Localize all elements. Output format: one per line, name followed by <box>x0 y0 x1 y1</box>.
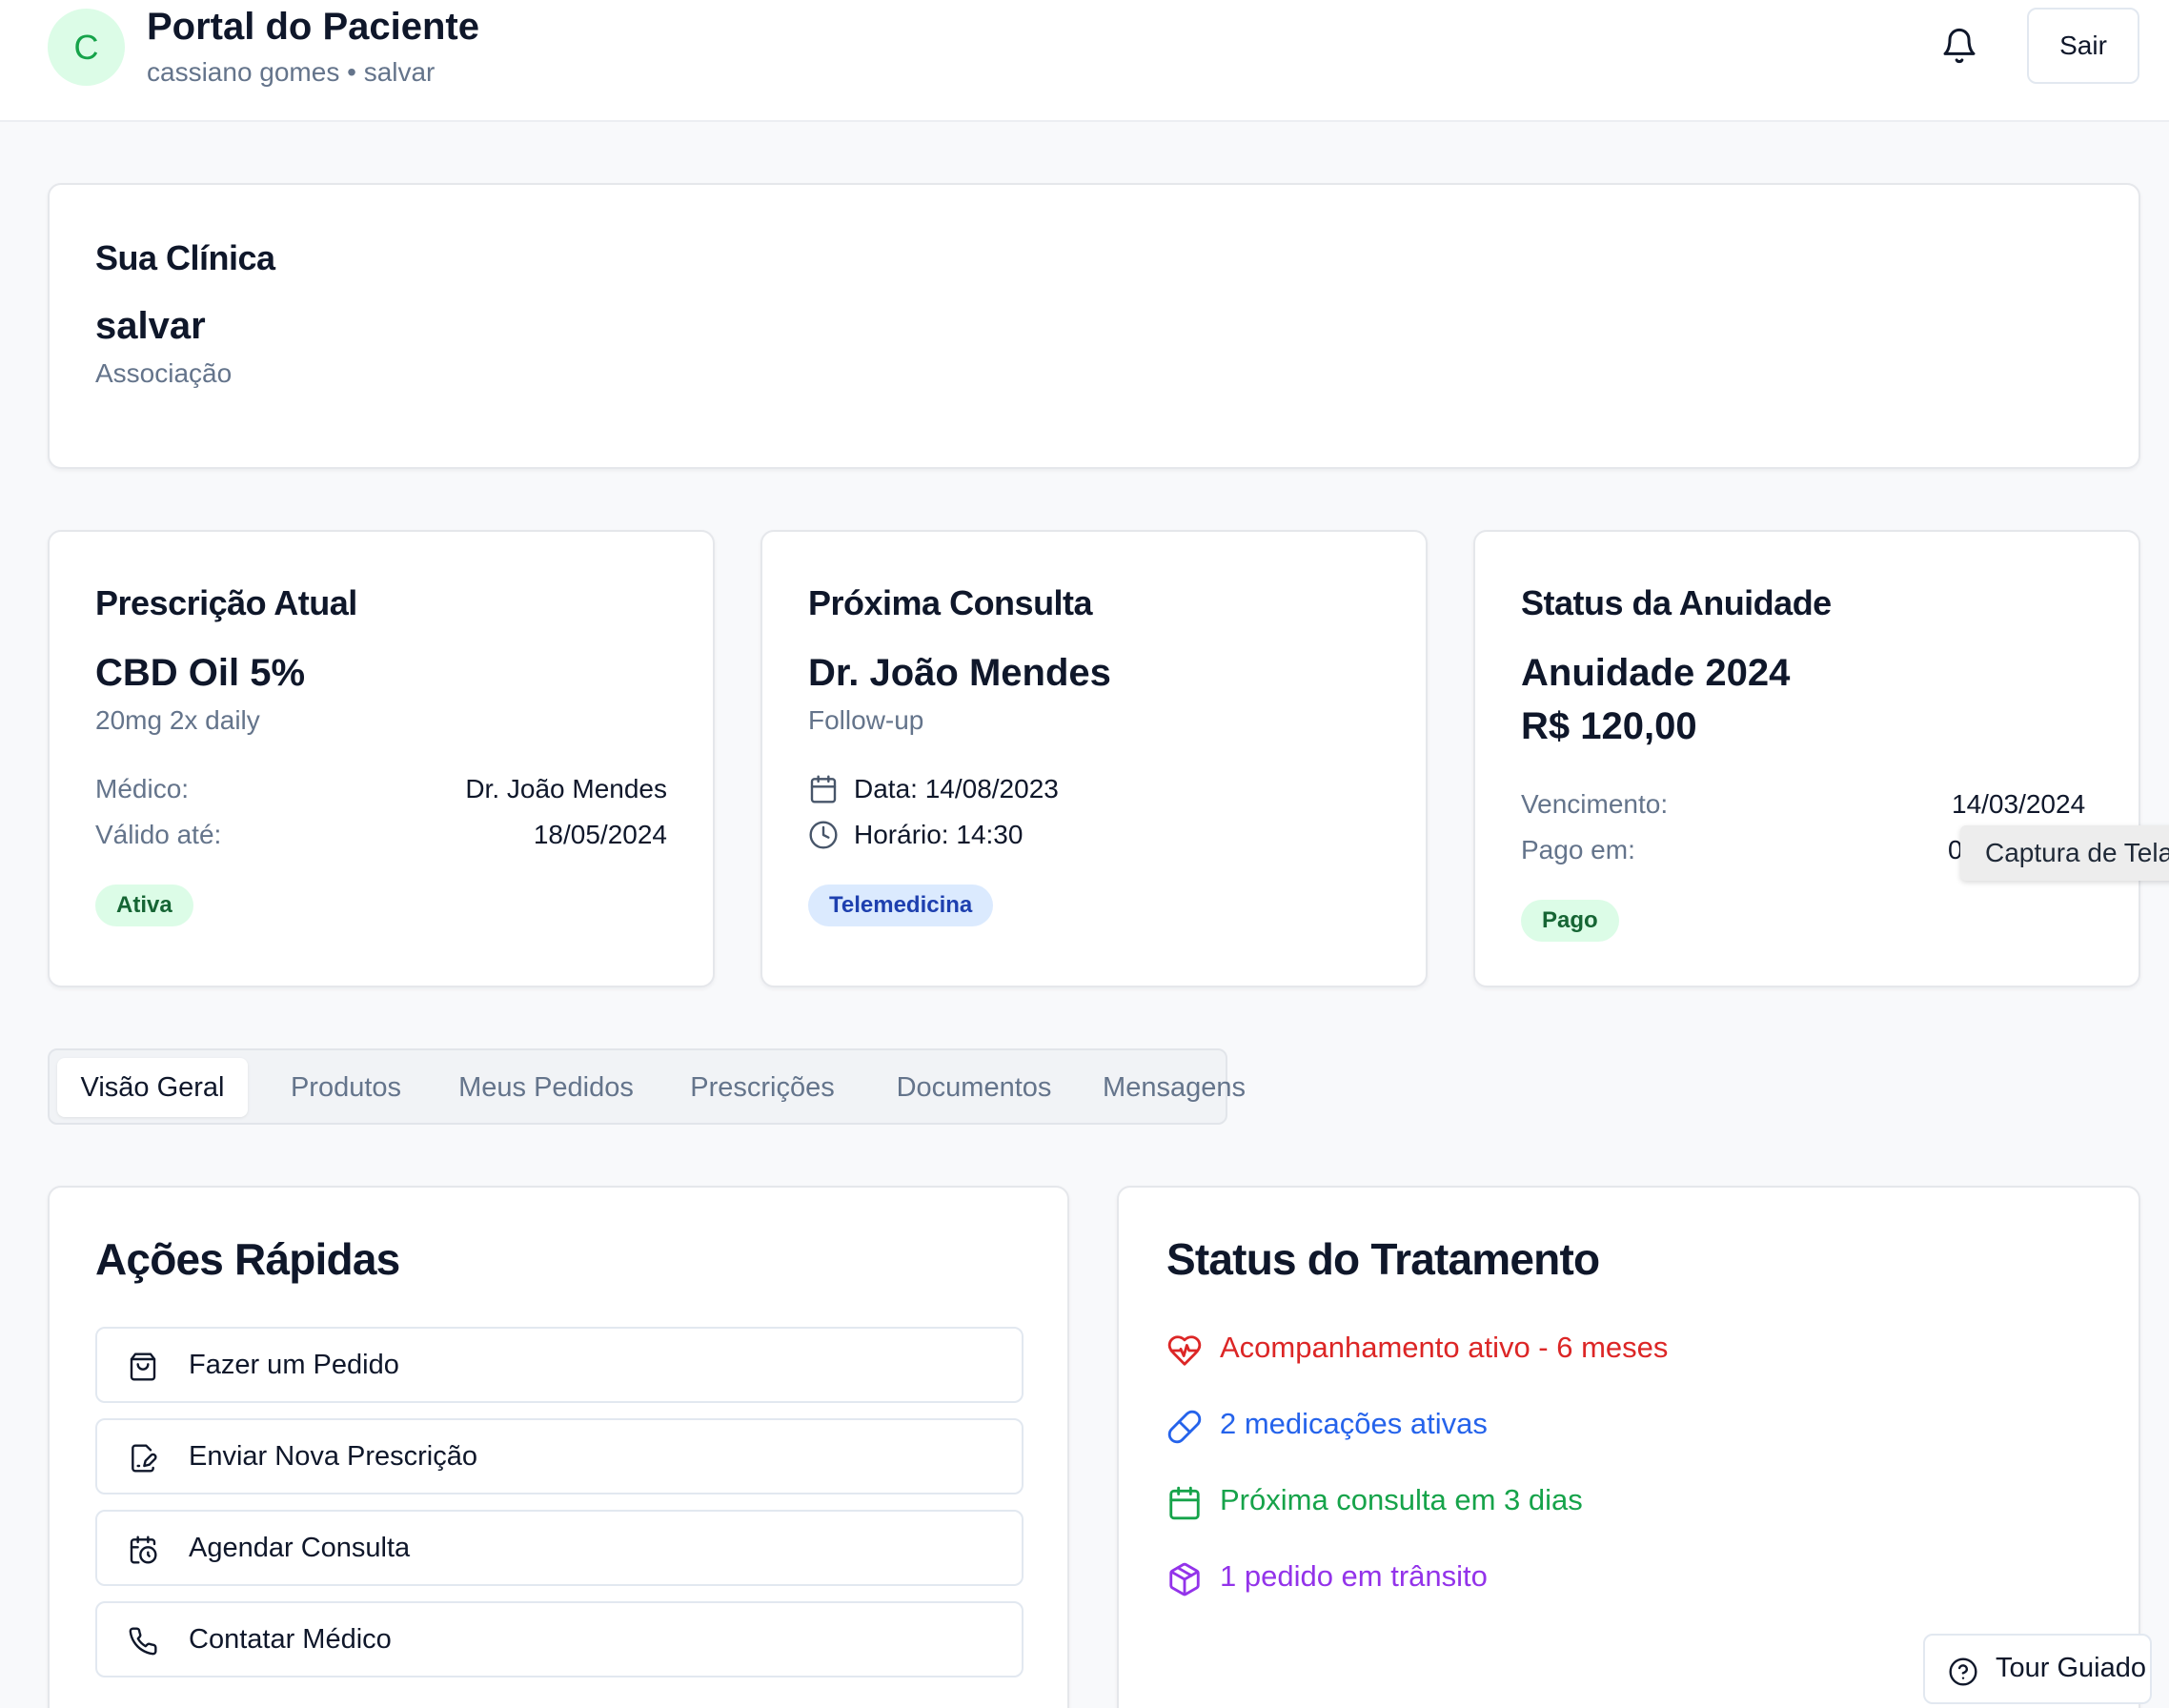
calendar-icon <box>1169 1486 1200 1520</box>
action-label: Enviar Nova Prescrição <box>189 1441 477 1472</box>
quick-actions-card: Ações Rápidas Fazer um Pedido Enviar Nov… <box>48 1186 1069 1708</box>
top-header: C Portal do Paciente cassiano gomes • sa… <box>0 0 2169 122</box>
appointment-heading: Próxima Consulta <box>808 583 1093 622</box>
annuity-status-badge: Pago <box>1521 900 1619 942</box>
package-icon <box>1169 1562 1200 1596</box>
prescription-dosage: 20mg 2x daily <box>95 705 260 735</box>
guided-tour-label: Tour Guiado <box>1996 1653 2146 1683</box>
appointment-card: Próxima Consulta Dr. João Mendes Follow-… <box>760 530 1428 987</box>
action-contact-doctor[interactable]: Contatar Médico <box>95 1601 1024 1678</box>
help-circle-icon <box>1949 1657 1977 1686</box>
logout-button[interactable]: Sair <box>2027 8 2139 84</box>
tab-bar: Visão Geral Produtos Meus Pedidos Prescr… <box>48 1048 1246 1125</box>
clinic-heading: Sua Clínica <box>95 238 275 277</box>
treatment-item-text: 2 medicações ativas <box>1220 1407 1488 1440</box>
shopping-bag-icon <box>130 1352 156 1381</box>
treatment-item-text: 1 pedido em trânsito <box>1220 1559 1488 1593</box>
clock-icon <box>809 821 838 849</box>
pill-icon <box>1167 1410 1202 1444</box>
prescription-status-badge: Ativa <box>95 884 193 926</box>
appointment-date: Data: 14/08/2023 <box>854 774 1059 803</box>
doctor-value: Dr. João Mendes <box>465 774 667 803</box>
tab-overview[interactable]: Visão Geral <box>57 1058 248 1117</box>
appointment-doctor: Dr. João Mendes <box>808 652 1111 694</box>
action-schedule-appointment[interactable]: Agendar Consulta <box>95 1510 1024 1586</box>
clinic-card: Sua Clínica salvar Associação <box>48 183 2140 469</box>
action-label: Fazer um Pedido <box>189 1350 399 1380</box>
clinic-type: Associação <box>95 358 233 388</box>
action-label: Agendar Consulta <box>189 1533 411 1563</box>
user-clinic-subtitle: cassiano gomes • salvar <box>147 57 436 87</box>
heart-pulse-icon <box>1167 1335 1202 1366</box>
valid-until-value: 18/05/2024 <box>533 820 667 849</box>
doctor-label: Médico: <box>95 774 190 803</box>
file-signature-icon <box>132 1444 157 1473</box>
calendar-clock-icon <box>130 1535 157 1564</box>
treatment-item-text: Próxima consulta em 3 dias <box>1220 1483 1583 1516</box>
tab-my-orders[interactable]: Meus Pedidos <box>436 1058 656 1117</box>
action-send-prescription[interactable]: Enviar Nova Prescrição <box>95 1418 1024 1494</box>
treatment-heading: Status do Tratamento <box>1166 1234 1600 1284</box>
appointment-time: Horário: 14:30 <box>854 820 1024 849</box>
screenshot-tooltip: Captura de Tela <box>1960 825 2169 881</box>
prescription-card: Prescrição Atual CBD Oil 5% 20mg 2x dail… <box>48 530 715 987</box>
annuity-title: Anuidade 2024 <box>1521 652 1791 694</box>
calendar-icon <box>810 775 837 803</box>
paid-on-label: Pago em: <box>1521 835 1635 864</box>
phone-icon <box>129 1627 157 1656</box>
appointment-type: Follow-up <box>808 705 924 735</box>
prescription-product: CBD Oil 5% <box>95 652 306 694</box>
treatment-status-card: Status do Tratamento Acompanhamento ativ… <box>1117 1186 2140 1708</box>
guided-tour-button[interactable]: Tour Guiado <box>1923 1634 2152 1704</box>
clinic-name: salvar <box>95 305 206 347</box>
tab-documents[interactable]: Documentos <box>869 1058 1079 1117</box>
annuity-card: Status da Anuidade Anuidade 2024 R$ 120,… <box>1473 530 2140 987</box>
tab-prescriptions[interactable]: Prescrições <box>658 1058 867 1117</box>
bell-icon[interactable] <box>1940 27 1978 65</box>
tab-messages[interactable]: Mensagens <box>1079 1058 1269 1117</box>
prescription-heading: Prescrição Atual <box>95 583 357 622</box>
action-place-order[interactable]: Fazer um Pedido <box>95 1327 1024 1403</box>
tab-products[interactable]: Produtos <box>257 1058 435 1117</box>
patient-portal-page: C Portal do Paciente cassiano gomes • sa… <box>0 0 2169 1708</box>
annuity-amount: R$ 120,00 <box>1521 705 1697 747</box>
action-label: Contatar Médico <box>189 1624 392 1655</box>
annuity-heading: Status da Anuidade <box>1521 583 1832 622</box>
due-date-value: 14/03/2024 <box>1952 789 2086 819</box>
page-title: Portal do Paciente <box>147 6 479 48</box>
quick-actions-heading: Ações Rápidas <box>95 1234 400 1284</box>
avatar: C <box>48 9 125 86</box>
valid-until-label: Válido até: <box>95 820 222 849</box>
due-date-label: Vencimento: <box>1521 789 1669 819</box>
treatment-item-text: Acompanhamento ativo - 6 meses <box>1220 1331 1669 1364</box>
appointment-mode-badge: Telemedicina <box>808 884 994 926</box>
